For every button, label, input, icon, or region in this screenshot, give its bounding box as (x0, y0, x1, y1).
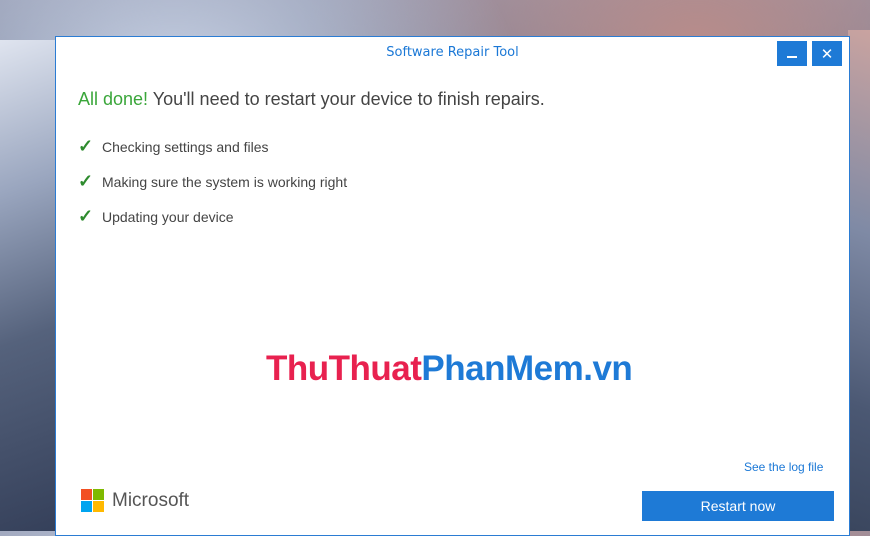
microsoft-logo-icon (81, 489, 104, 512)
check-icon: ✓ (78, 171, 94, 191)
window-title: Software Repair Tool (386, 45, 519, 60)
step-item: ✓ Checking settings and files (78, 129, 347, 164)
check-icon: ✓ (78, 136, 94, 156)
microsoft-logo: Microsoft (81, 489, 189, 512)
desktop-wallpaper-right (848, 30, 870, 531)
restart-now-button[interactable]: Restart now (642, 491, 834, 521)
status-done: All done! (78, 89, 149, 109)
microsoft-brand-text: Microsoft (112, 489, 190, 511)
check-icon: ✓ (78, 206, 94, 226)
desktop-wallpaper-left (0, 40, 60, 531)
step-item: ✓ Updating your device (78, 199, 347, 234)
minimize-button[interactable] (777, 41, 807, 66)
status-headline: All done! You'll need to restart your de… (78, 89, 545, 110)
step-label: Updating your device (102, 208, 234, 225)
minimize-icon (787, 55, 797, 58)
status-message: You'll need to restart your device to fi… (152, 89, 545, 109)
step-item: ✓ Making sure the system is working righ… (78, 164, 347, 199)
watermark-part2: PhanMem.vn (421, 349, 633, 388)
close-button[interactable]: ✕ (812, 41, 842, 66)
watermark-part1: ThuThuat (266, 349, 422, 388)
title-bar[interactable]: Software Repair Tool ✕ (56, 37, 849, 69)
watermark-text: ThuThuatPhanMem.vn (266, 349, 633, 389)
step-label: Checking settings and files (102, 138, 269, 155)
step-list: ✓ Checking settings and files ✓ Making s… (78, 129, 347, 234)
close-icon: ✕ (820, 44, 834, 63)
step-label: Making sure the system is working right (102, 173, 348, 190)
log-file-link[interactable]: See the log file (744, 460, 823, 474)
repair-tool-window: Software Repair Tool ✕ All done! You'll … (55, 36, 850, 536)
